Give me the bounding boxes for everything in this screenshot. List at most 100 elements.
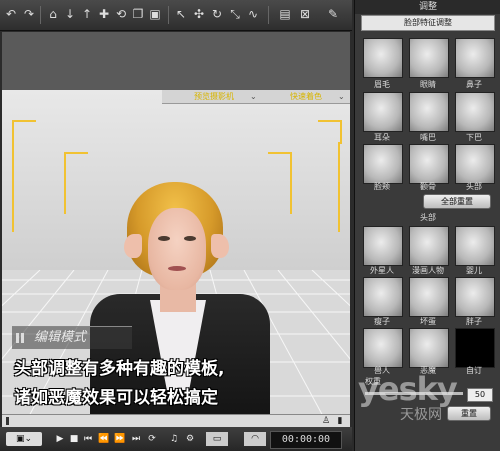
caption-line-1: 头部调整有多种有趣的模板, (14, 359, 225, 379)
head-thumb[interactable] (455, 144, 495, 184)
stop-icon[interactable]: ■ (68, 432, 80, 446)
feature-label: 脸颊 (374, 182, 390, 191)
feature-label: 颧骨 (420, 182, 436, 191)
preset-label: 坏蛋 (420, 317, 436, 326)
panel-title: 调整 (355, 0, 500, 14)
image-icon[interactable]: ▤ (278, 7, 292, 21)
nose-thumb[interactable] (455, 38, 495, 78)
eyebrow-thumb[interactable] (363, 38, 403, 78)
preset-label: 自订 (466, 366, 482, 375)
transport-bar: ▣⌄ ▶ ■ ⏮ ⏪ ⏩ ⏭ ⟳ ♫ ⚙ ▭ ◠ 00:00:00 (0, 427, 352, 451)
fat-preset-thumb[interactable] (455, 277, 495, 317)
scale-icon[interactable]: ⤡ (228, 7, 242, 21)
timeline-handle[interactable] (6, 417, 9, 425)
eyes-thumb[interactable] (409, 38, 449, 78)
reset-button[interactable]: 重置 (447, 406, 491, 421)
rewind-icon[interactable]: ⏪ (98, 432, 110, 446)
first-frame-icon[interactable]: ⏮ (82, 432, 94, 446)
close-frame-icon[interactable]: ⊠ (298, 7, 312, 21)
loop-icon[interactable]: ⟳ (146, 432, 158, 446)
redo-icon[interactable]: ↷ (22, 7, 36, 21)
preset-label: 漫画人物 (412, 266, 444, 275)
copy-icon[interactable]: ❐ (131, 7, 145, 21)
preset-label: 婴儿 (466, 266, 482, 275)
3d-viewport[interactable]: 预览摄影机 ⌄ 快速着色 ⌄ 编辑模式 头部调整有多种有趣的模板, 诸如恶魔效果… (2, 32, 350, 418)
paint-icon[interactable]: ✎ (326, 7, 340, 21)
lock-icon[interactable]: ▮ (334, 415, 346, 427)
rotate-icon[interactable]: ⟲ (114, 7, 128, 21)
villain-preset-thumb[interactable] (409, 277, 449, 317)
preset-label: 瘦子 (374, 317, 390, 326)
character-left-ear (124, 234, 142, 258)
feature-label: 眼睛 (420, 80, 436, 89)
pan-icon[interactable]: ✚ (97, 7, 111, 21)
toolbar-divider (268, 6, 269, 24)
feature-label: 鼻子 (466, 80, 482, 89)
custom-preset-thumb[interactable] (455, 328, 495, 368)
view-options-bar: 预览摄影机 ⌄ 快速着色 ⌄ (162, 90, 350, 104)
main-toolbar: ↶ ↷ ⌂ ↓ ↑ ✚ ⟲ ❐ ▣ ↖ ✣ ↻ ⤡ ∿ ▤ ⊠ ✎ (0, 0, 352, 31)
frame-edge-right (338, 142, 340, 232)
cheekbone-thumb[interactable] (409, 144, 449, 184)
feature-label: 眉毛 (374, 80, 390, 89)
alien-preset-thumb[interactable] (363, 226, 403, 266)
inner-frame-right (268, 152, 292, 214)
camera-dropdown[interactable]: 预览摄影机 (194, 90, 234, 103)
orc-preset-thumb[interactable] (363, 328, 403, 368)
home-icon[interactable]: ⌂ (46, 7, 60, 21)
translate-icon[interactable]: ✣ (192, 7, 206, 21)
character-face (148, 208, 206, 290)
cartoon-preset-thumb[interactable] (409, 226, 449, 266)
frame-corner-top-right (318, 120, 342, 144)
toolbar-divider (40, 6, 41, 24)
chin-thumb[interactable] (455, 92, 495, 132)
shading-dropdown[interactable]: 快速着色 (290, 90, 322, 103)
key-icon[interactable]: ♙ (320, 415, 332, 427)
settings-icon[interactable]: ⚙ (184, 432, 196, 446)
pause-icon-bar (21, 333, 24, 343)
feature-label: 下巴 (466, 133, 482, 142)
feature-label: 头部 (466, 182, 482, 191)
frame-edge-left (12, 142, 14, 232)
caption-line-2: 诸如恶魔效果可以轻松搞定 (14, 388, 218, 408)
feature-select[interactable]: 脸部特征调整 (361, 15, 495, 31)
chevron-down-icon[interactable]: ⌄ (338, 90, 345, 103)
feature-label: 耳朵 (374, 133, 390, 142)
view-toggle-icon[interactable]: ◠ (244, 432, 266, 446)
last-frame-icon[interactable]: ⏭ (130, 432, 142, 446)
baby-preset-thumb[interactable] (455, 226, 495, 266)
time-display: 00:00:00 (270, 431, 342, 449)
fast-forward-icon[interactable]: ⏩ (114, 432, 126, 446)
mouth-thumb[interactable] (409, 92, 449, 132)
timeline-scrubber[interactable]: ♙ ▮ (2, 414, 350, 427)
select-icon[interactable]: ↖ (174, 7, 188, 21)
character-right-ear (211, 234, 229, 258)
rotate-tool-icon[interactable]: ↻ (210, 7, 224, 21)
feature-label: 嘴巴 (420, 133, 436, 142)
inner-frame-left (64, 152, 88, 214)
edit-mode-text: 编辑模式 (34, 330, 87, 345)
ears-thumb[interactable] (363, 92, 403, 132)
frame-corner-top-left (12, 120, 36, 144)
cheek-thumb[interactable] (363, 144, 403, 184)
frame-icon[interactable]: ▣ (148, 7, 162, 21)
preset-label: 外星人 (370, 266, 394, 275)
play-icon[interactable]: ▶ (54, 432, 66, 446)
watermark-brand: yesky (358, 370, 458, 408)
reset-all-button[interactable]: 全部重置 (423, 194, 491, 209)
preset-label: 胖子 (466, 317, 482, 326)
thin-preset-thumb[interactable] (363, 277, 403, 317)
edit-mode-label: 编辑模式 (12, 326, 132, 349)
weight-value-input[interactable]: 50 (467, 388, 493, 402)
morph-icon[interactable]: ∿ (246, 7, 260, 21)
display-toggle-icon[interactable]: ▭ (206, 432, 228, 446)
move-down-icon[interactable]: ↓ (63, 7, 77, 21)
move-up-icon[interactable]: ↑ (80, 7, 94, 21)
demon-preset-thumb[interactable] (409, 328, 449, 368)
audio-icon[interactable]: ♫ (168, 432, 180, 446)
pause-icon (16, 333, 19, 343)
chevron-down-icon[interactable]: ⌄ (250, 90, 257, 103)
camera-capture-icon[interactable]: ▣⌄ (6, 432, 42, 446)
head-section-title: 头部 (420, 213, 436, 222)
undo-icon[interactable]: ↶ (4, 7, 18, 21)
